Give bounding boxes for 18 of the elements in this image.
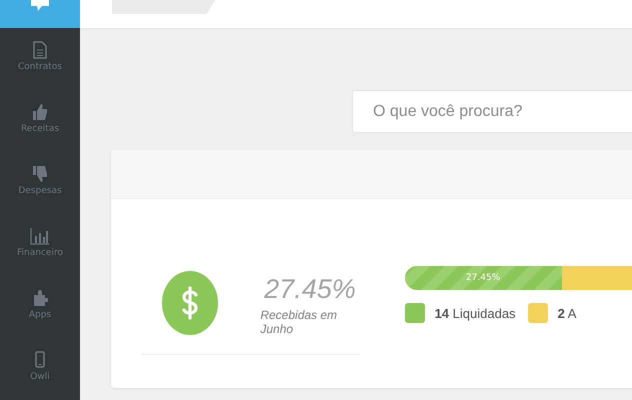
legend-label: 2 A	[558, 306, 576, 320]
document-icon	[32, 41, 48, 59]
progress-fill: 27.45%	[404, 266, 562, 290]
logo-tile[interactable]	[0, 0, 80, 28]
legend-label: 14 Liquidadas	[434, 306, 516, 320]
sidebar-item[interactable]: Apps	[0, 289, 80, 333]
sidebar-item[interactable]: Receitas	[0, 103, 80, 147]
sidebar-item[interactable]: Contratos	[0, 41, 80, 85]
thumbs-up-icon	[32, 103, 48, 121]
puzzle-icon	[32, 289, 48, 307]
search-field[interactable]: O que você procura?	[352, 90, 632, 133]
sidebar-item[interactable]: Financeiro	[0, 227, 80, 271]
percentage-value: 27.45%	[264, 274, 356, 305]
sidebar-item[interactable]: Owli	[0, 351, 80, 395]
sidebar-item[interactable]: Despesas	[0, 165, 80, 209]
bar-chart-icon	[30, 227, 50, 245]
percentage-caption: Recebidas em Junho	[260, 308, 338, 336]
thumbs-down-icon	[32, 165, 48, 183]
